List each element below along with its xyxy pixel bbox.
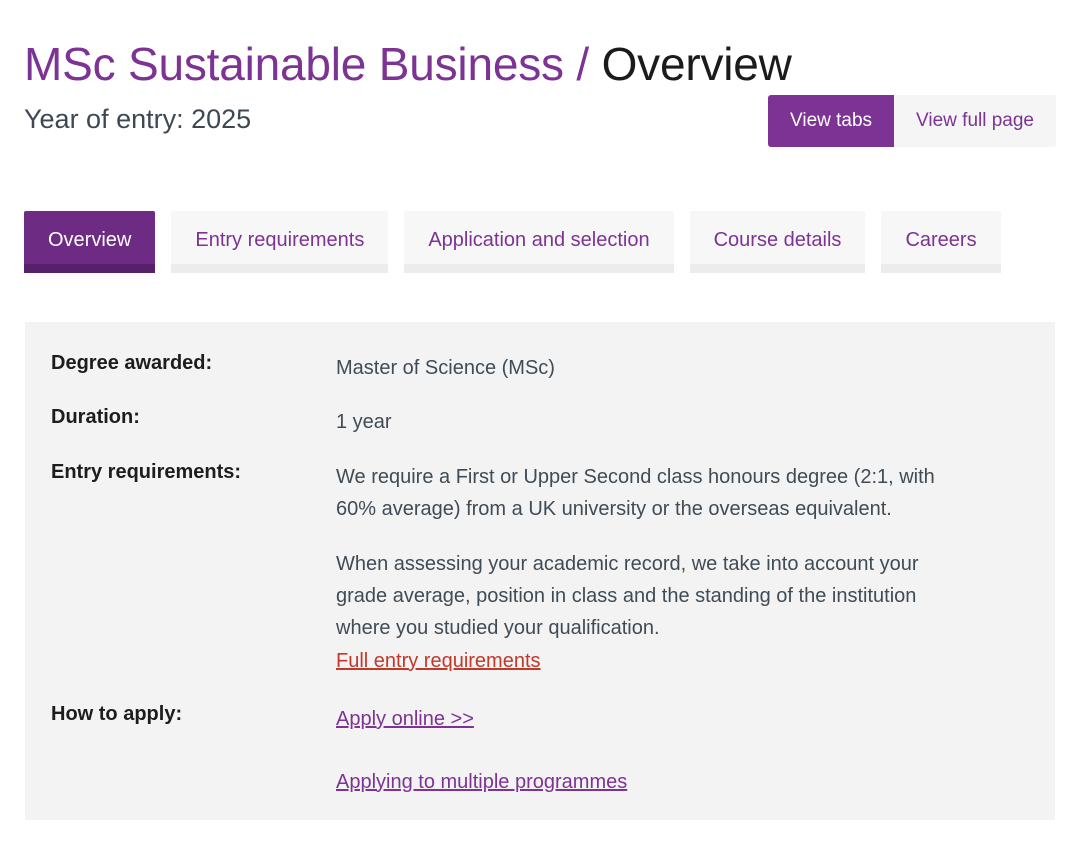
table-row: Degree awarded: Master of Science (MSc) (25, 352, 1055, 406)
table-row: Entry requirements: We require a First o… (25, 461, 1055, 703)
tab-application-and-selection[interactable]: Application and selection (404, 211, 674, 273)
apply-links: Apply online >> Applying to multiple pro… (336, 703, 965, 798)
page-title: MSc Sustainable Business / Overview (24, 37, 792, 92)
page-title-course: MSc Sustainable Business (24, 37, 564, 90)
view-full-page-button[interactable]: View full page (894, 95, 1056, 147)
tab-entry-requirements[interactable]: Entry requirements (171, 211, 389, 273)
how-to-apply-label: How to apply: (51, 703, 183, 726)
course-tabs: Overview Entry requirements Application … (24, 211, 1001, 273)
duration-label: Duration: (51, 406, 140, 429)
entry-requirements-paragraph-1: We require a First or Upper Second class… (336, 465, 935, 521)
applying-multiple-link-wrapper: Applying to multiple programmes (336, 766, 965, 798)
overview-info-table: Degree awarded: Master of Science (MSc) … (25, 352, 1055, 820)
page-title-separator: / (576, 37, 589, 90)
how-to-apply-value: Apply online >> Applying to multiple pro… (336, 703, 1055, 820)
entry-requirements-value: We require a First or Upper Second class… (336, 461, 1055, 703)
subheader-row: Year of entry: 2025 View tabs View full … (0, 95, 1080, 165)
tab-overview[interactable]: Overview (24, 211, 156, 273)
apply-online-link-wrapper: Apply online >> (336, 703, 965, 735)
view-tabs-button[interactable]: View tabs (768, 95, 895, 147)
full-entry-requirements-link[interactable]: Full entry requirements (336, 650, 541, 672)
view-mode-toggle: View tabs View full page (768, 95, 1056, 147)
duration-value: 1 year (336, 411, 392, 434)
tab-careers[interactable]: Careers (881, 211, 1001, 273)
tab-course-details[interactable]: Course details (689, 211, 866, 273)
entry-requirements-paragraph-2-text: When assessing your academic record, we … (336, 552, 919, 640)
entry-requirements-paragraph-2: When assessing your academic record, we … (336, 548, 965, 678)
degree-awarded-value: Master of Science (MSc) (336, 357, 555, 379)
table-row: How to apply: Apply online >> Applying t… (25, 703, 1055, 820)
entry-requirements-label: Entry requirements: (51, 460, 242, 483)
table-row: Duration: 1 year (25, 406, 1055, 460)
applying-to-multiple-programmes-link[interactable]: Applying to multiple programmes (336, 771, 627, 793)
page-title-section: Overview (601, 37, 792, 90)
year-of-entry-label: Year of entry: 2025 (24, 104, 252, 134)
overview-panel: Degree awarded: Master of Science (MSc) … (25, 322, 1055, 820)
apply-online-link[interactable]: Apply online >> (336, 708, 474, 730)
degree-awarded-label: Degree awarded: (51, 352, 213, 374)
